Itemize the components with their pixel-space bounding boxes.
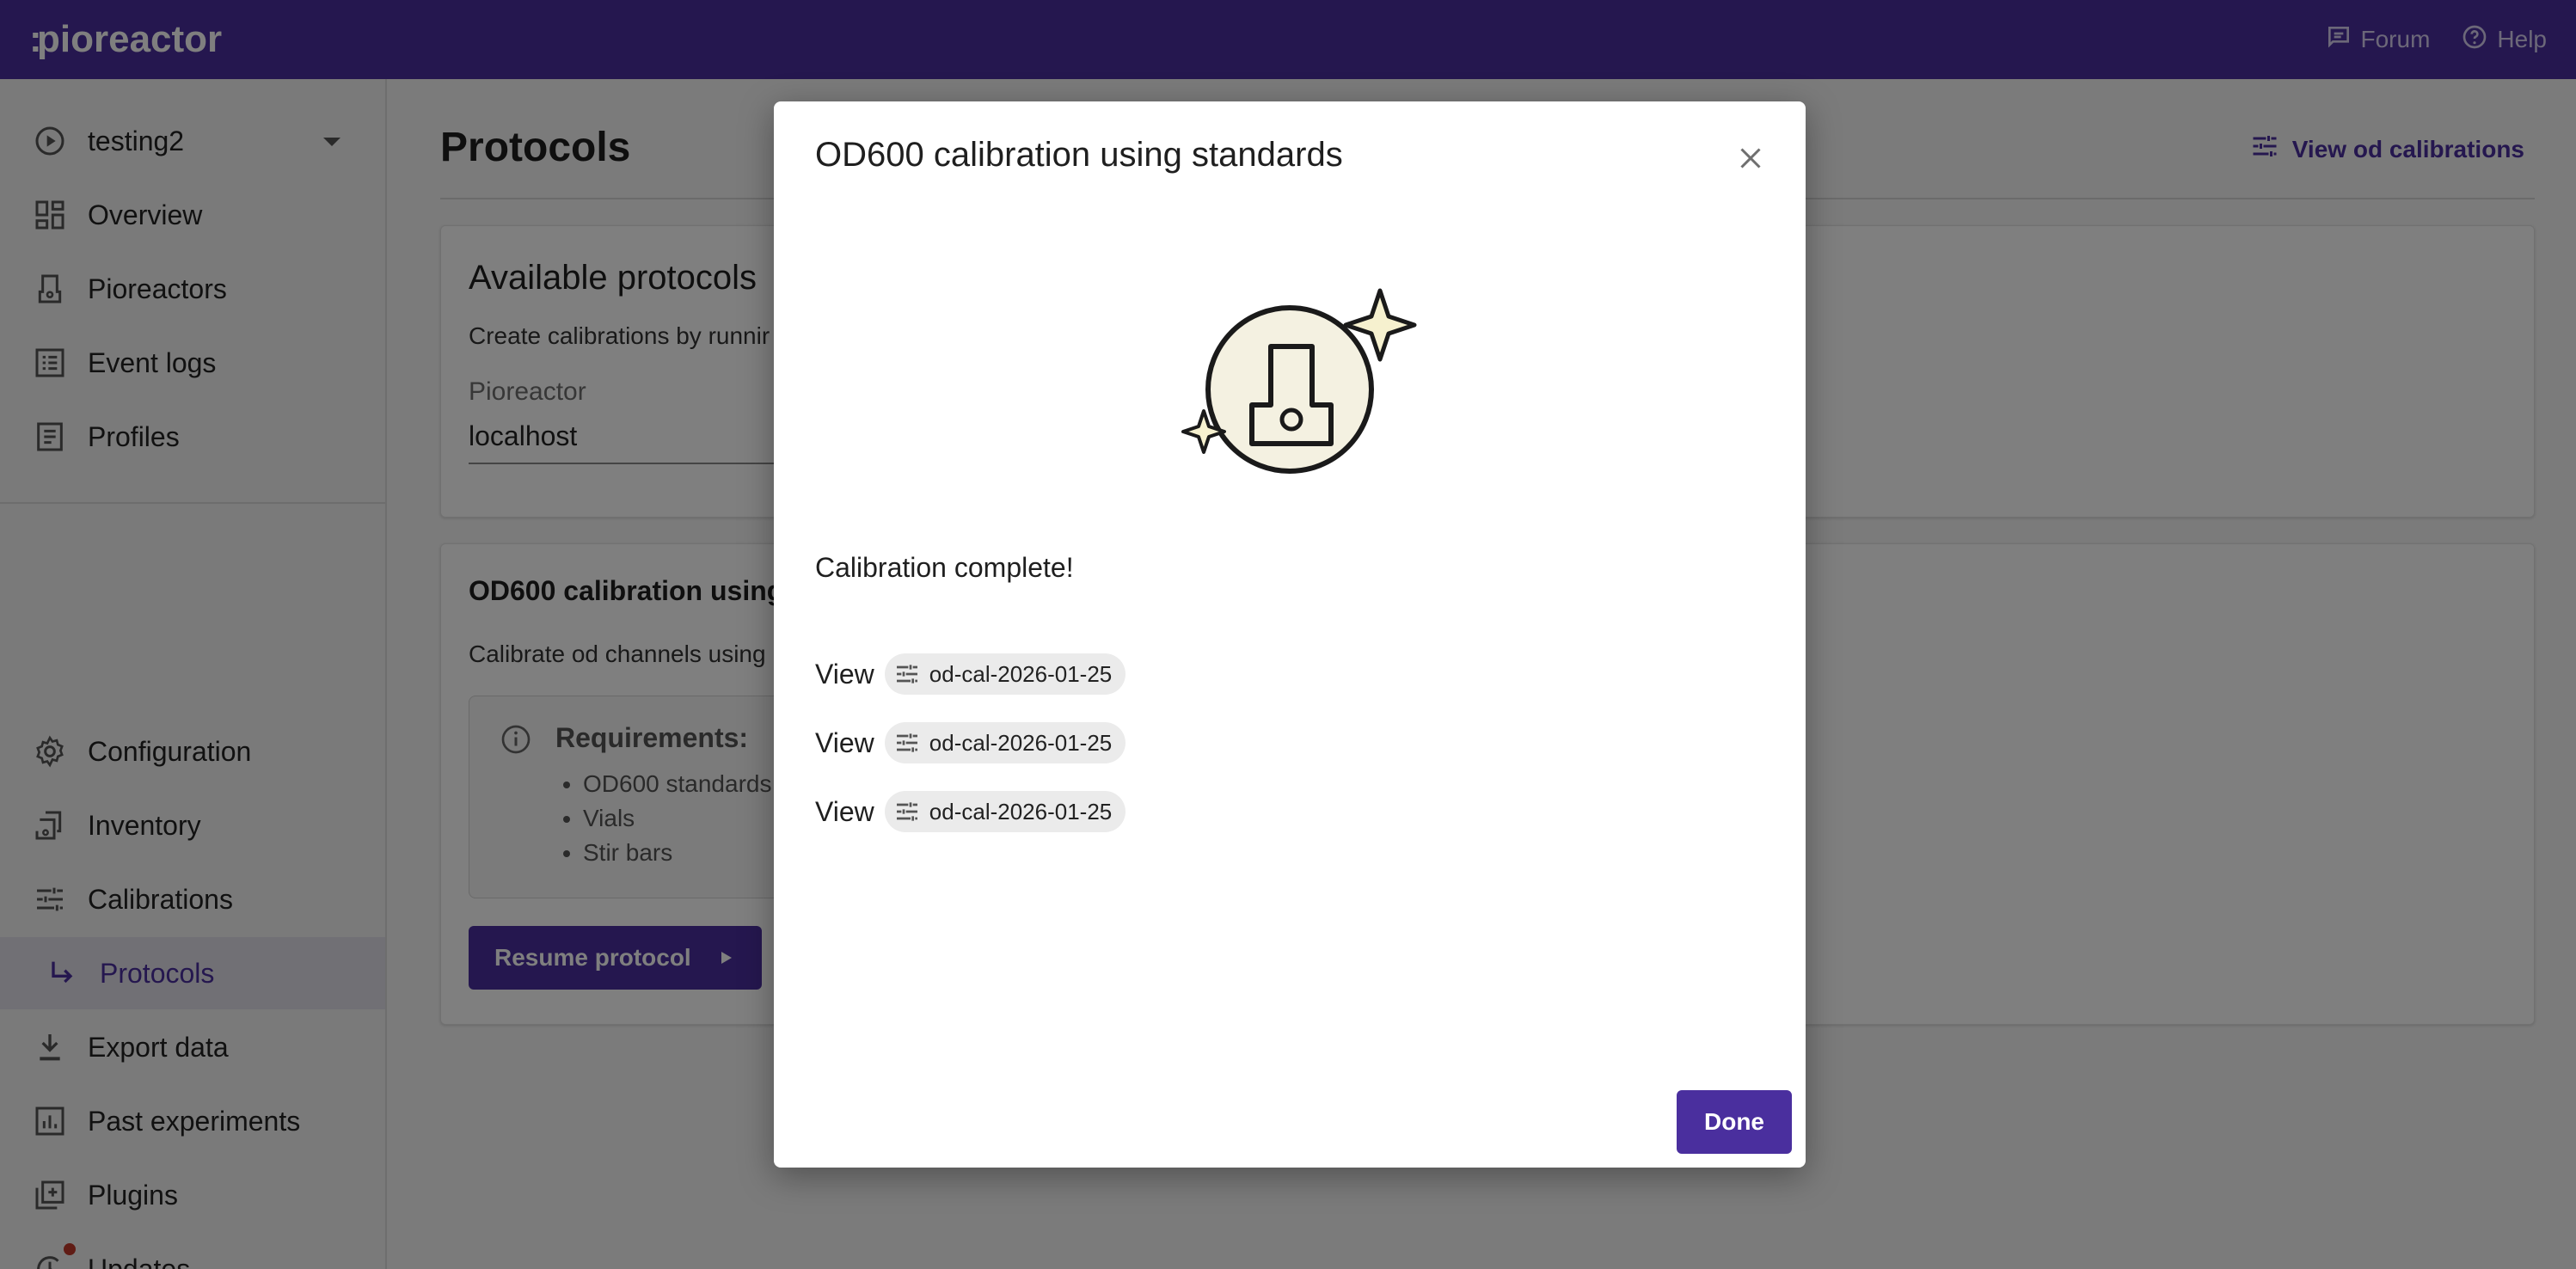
done-button[interactable]: Done [1677,1090,1792,1154]
calibration-complete-dialog: OD600 calibration using standards Calibr… [774,101,1806,1168]
calibration-chip-label: od-cal-2026-01-25 [929,798,1113,825]
calibration-view-row: View od-cal-2026-01-25 [815,722,1126,763]
calibrations-icon [896,733,917,752]
calibration-chip[interactable]: od-cal-2026-01-25 [884,791,1126,832]
view-label: View [815,726,874,758]
calibrations-icon [896,802,917,821]
pioreactor-sparkle-illustration [1181,288,1417,474]
close-icon [1740,148,1761,169]
calibration-chip-label: od-cal-2026-01-25 [929,660,1113,687]
calibration-chip-label: od-cal-2026-01-25 [929,729,1113,756]
calibrations-icon [896,665,917,684]
completion-message: Calibration complete! [815,552,1074,583]
view-label: View [815,658,874,690]
calibration-chip[interactable]: od-cal-2026-01-25 [884,653,1126,695]
calibration-chip[interactable]: od-cal-2026-01-25 [884,722,1126,763]
dialog-title: OD600 calibration using standards [815,136,1343,174]
view-label: View [815,795,874,827]
close-button[interactable] [1730,138,1771,179]
calibration-view-row: View od-cal-2026-01-25 [815,653,1126,695]
calibration-view-row: View od-cal-2026-01-25 [815,791,1126,832]
